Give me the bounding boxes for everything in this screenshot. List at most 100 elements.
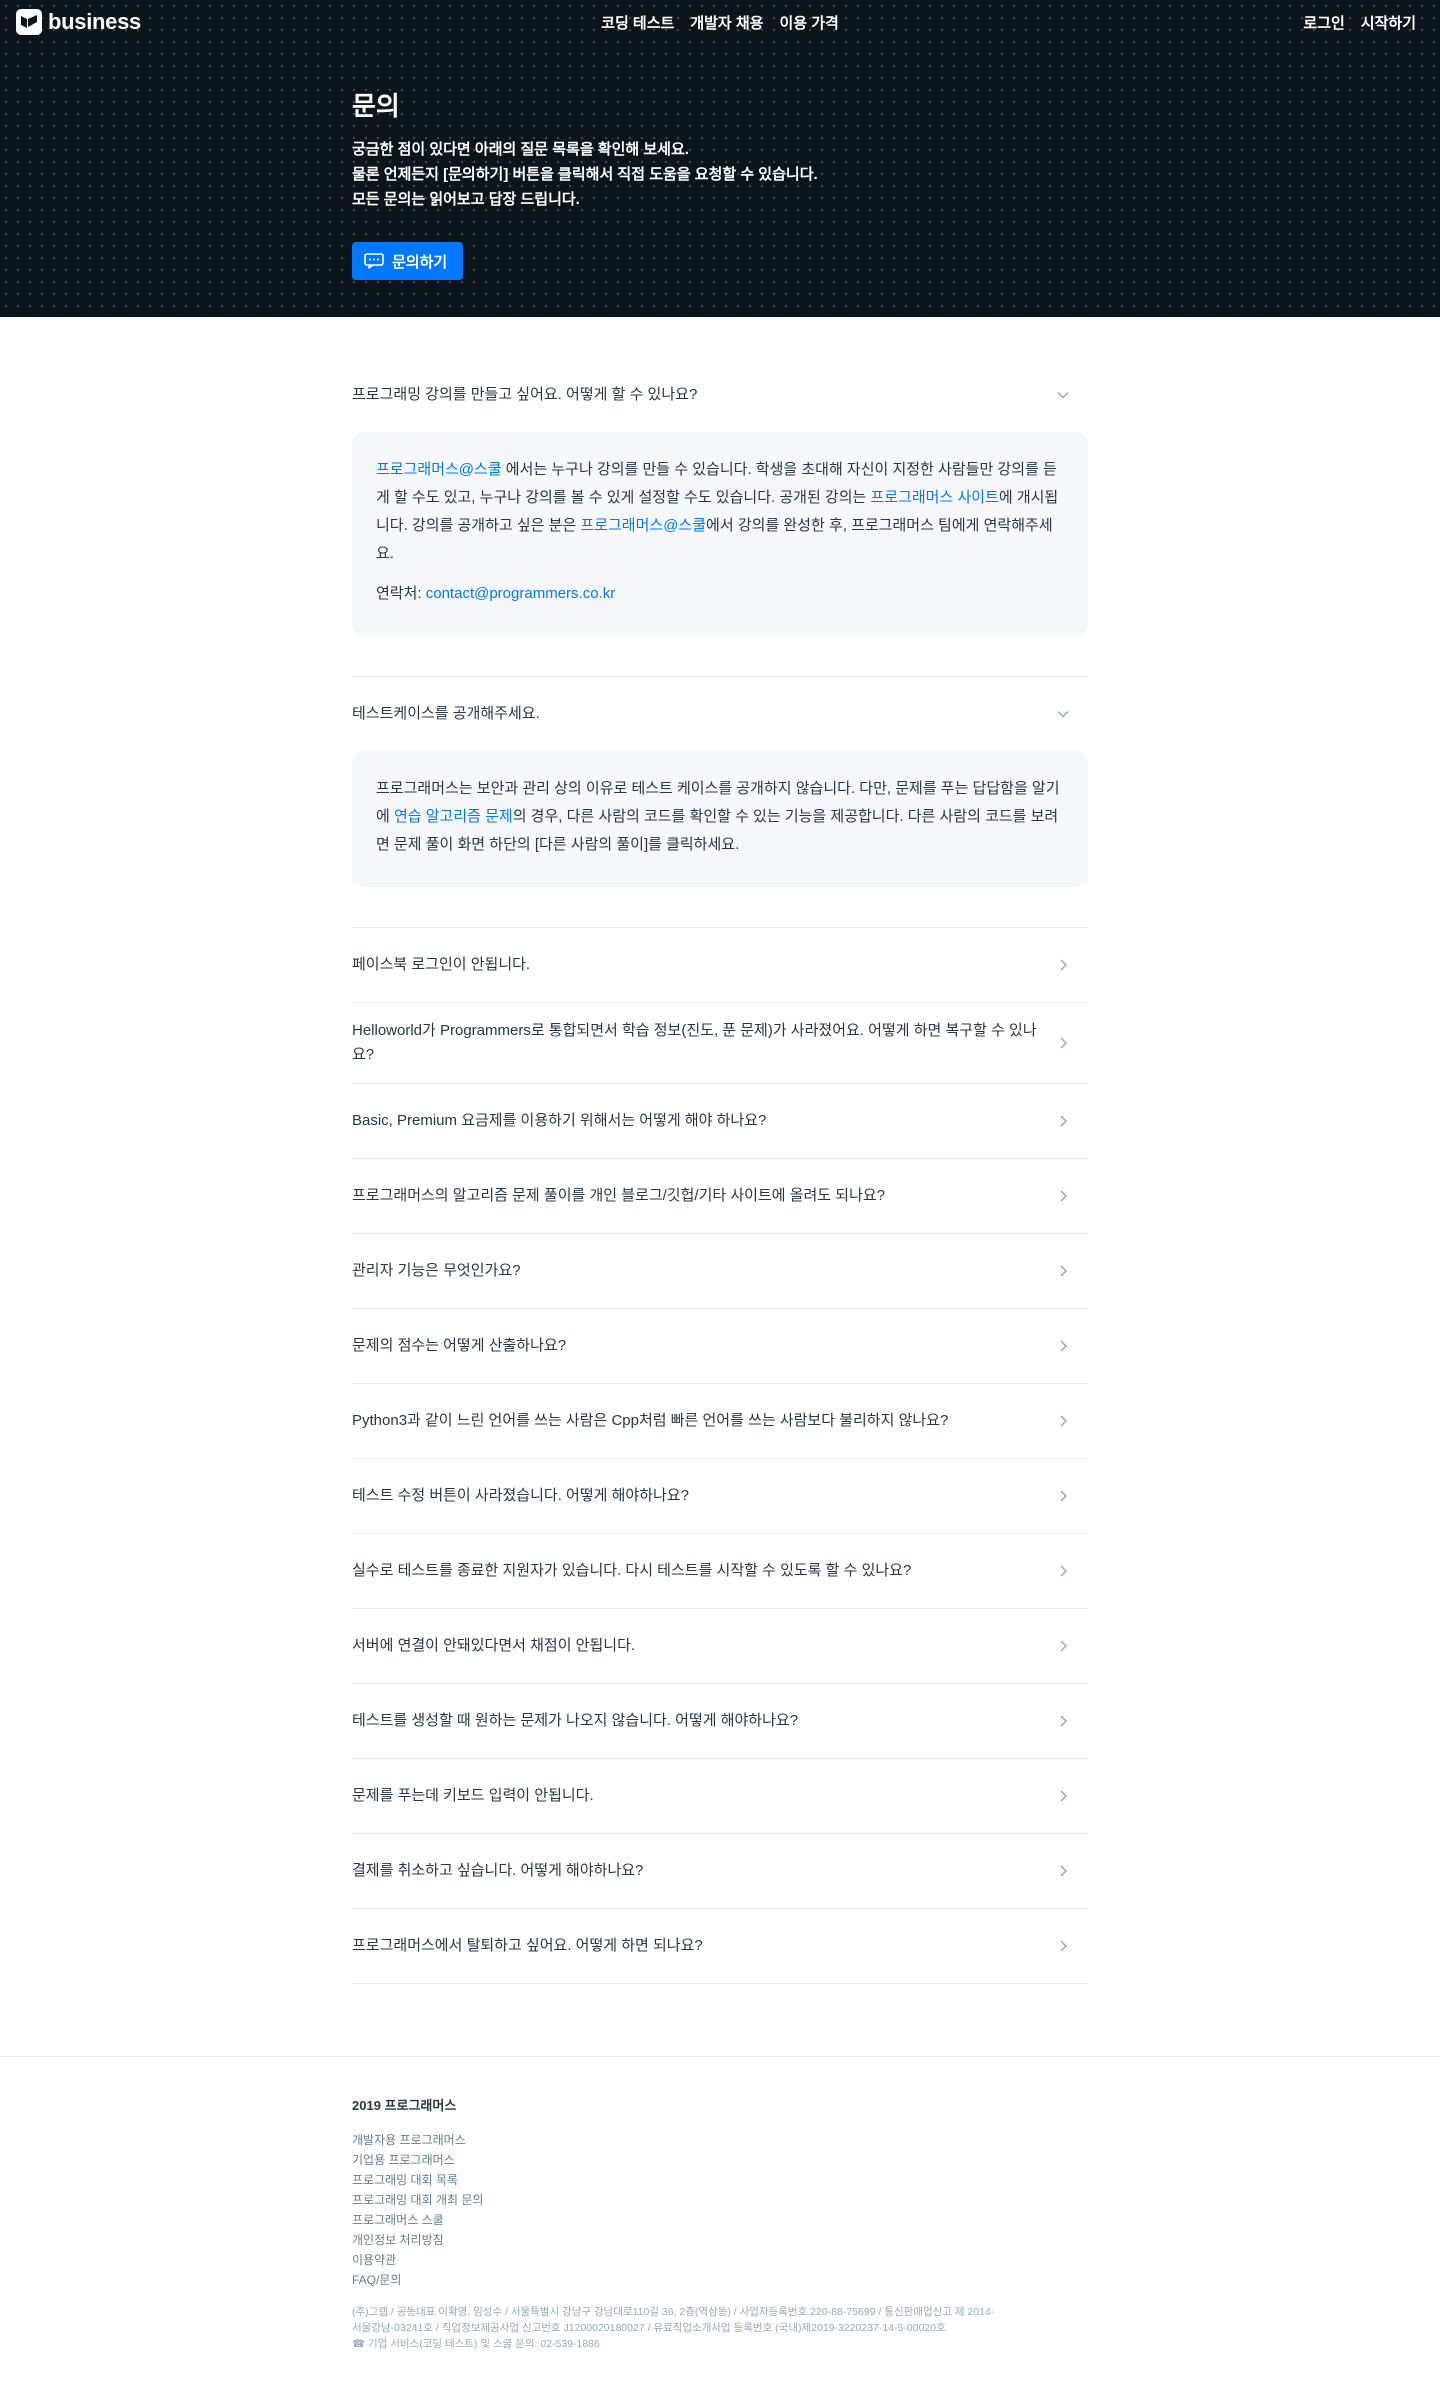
footer-link[interactable]: 프로그래밍 대회 개최 문의 [352, 2190, 1088, 2210]
faq-answer-text: 프로그래머스@스쿨 에서는 누구나 강의를 만들 수 있습니다. 학생을 초대해… [376, 456, 1064, 568]
footer-link[interactable]: 이용약관 [352, 2250, 1088, 2270]
faq-item: 관리자 기능은 무엇인가요? [352, 1234, 1088, 1309]
faq-item: Python3과 같이 느린 언어를 쓰는 사람은 Cpp처럼 빠른 언어를 쓰… [352, 1384, 1088, 1459]
faq-item: 실수로 테스트를 종료한 지원자가 있습니다. 다시 테스트를 시작할 수 있도… [352, 1534, 1088, 1609]
faq-question-toggle[interactable]: 실수로 테스트를 종료한 지원자가 있습니다. 다시 테스트를 시작할 수 있도… [352, 1534, 1088, 1608]
faq-question: Python3과 같이 느린 언어를 쓰는 사람은 Cpp처럼 빠른 언어를 쓰… [352, 1412, 949, 1429]
hero-description-line: 궁금한 점이 있다면 아래의 질문 목록을 확인해 보세요. [352, 141, 689, 158]
faq-item: Basic, Premium 요금제를 이용하기 위해서는 어떻게 해야 하나요… [352, 1084, 1088, 1159]
chevron-right-icon [1060, 1190, 1068, 1202]
footer-title: 2019 프로그래머스 [352, 2098, 457, 2113]
faq-question-toggle[interactable]: 서버에 연결이 안돼있다면서 채점이 안됩니다. [352, 1609, 1088, 1683]
school-link[interactable]: 프로그래머스@스쿨 [580, 517, 706, 534]
faq-question: 프로그래머스의 알고리즘 문제 풀이를 개인 블로그/깃헙/기타 사이트에 올려… [352, 1187, 886, 1204]
faq-item: 문제를 푸는데 키보드 입력이 안됩니다. [352, 1759, 1088, 1834]
faq-item-expanded: 테스트케이스를 공개해주세요. 프로그래머스는 보안과 관리 상의 이유로 테스… [352, 677, 1088, 928]
hero-description-line: 물론 언제든지 [문의하기] 버튼을 클릭해서 직접 도움을 요청할 수 있습니… [352, 166, 818, 183]
company-info-line: 서울강남-03241호 / 직업정보제공사업 신고번호 J12000201800… [352, 2322, 946, 2334]
faq-question: 프로그래밍 강의를 만들고 싶어요. 어떻게 할 수 있나요? [352, 386, 698, 403]
contact-label: 연락처: [376, 585, 426, 602]
faq-question-toggle[interactable]: 프로그래머스에서 탈퇴하고 싶어요. 어떻게 하면 되나요? [352, 1909, 1088, 1983]
faq-question-toggle[interactable]: 테스트 수정 버튼이 사라졌습니다. 어떻게 해야하나요? [352, 1459, 1088, 1533]
chevron-right-icon [1060, 1715, 1068, 1727]
programmers-logo-icon [16, 9, 42, 35]
footer-link[interactable]: 기업용 프로그래머스 [352, 2150, 1088, 2170]
faq-question: 실수로 테스트를 종료한 지원자가 있습니다. 다시 테스트를 시작할 수 있도… [352, 1562, 912, 1579]
faq-question-toggle[interactable]: Basic, Premium 요금제를 이용하기 위해서는 어떻게 해야 하나요… [352, 1084, 1088, 1158]
chevron-right-icon [1060, 1415, 1068, 1427]
faq-question: 문제의 점수는 어떻게 산출하나요? [352, 1337, 567, 1354]
chevron-right-icon [1060, 1115, 1068, 1127]
faq-question: 테스트케이스를 공개해주세요. [352, 705, 540, 722]
footer-link[interactable]: 프로그래밍 대회 목록 [352, 2170, 1088, 2190]
faq-question-toggle[interactable]: 문제의 점수는 어떻게 산출하나요? [352, 1309, 1088, 1383]
faq-question-toggle[interactable]: 테스트를 생성할 때 원하는 문제가 나오지 않습니다. 어떻게 해야하나요? [352, 1684, 1088, 1758]
chevron-right-icon [1060, 1037, 1068, 1049]
programmers-site-link[interactable]: 프로그래머스 사이트 [870, 489, 998, 506]
brand-name: business [48, 9, 141, 34]
main-nav: 코딩 테스트 개발자 채용 이용 가격 [601, 12, 839, 33]
brand-logo-link[interactable]: business [16, 9, 141, 35]
practice-algorithm-link[interactable]: 연습 알고리즘 문제 [394, 808, 513, 825]
footer-content: 2019 프로그래머스 개발자용 프로그래머스 기업용 프로그래머스 프로그래밍 대… [352, 2095, 1088, 2352]
chevron-right-icon [1060, 959, 1068, 971]
faq-item: 서버에 연결이 안돼있다면서 채점이 안됩니다. [352, 1609, 1088, 1684]
hero-section: 문의 궁금한 점이 있다면 아래의 질문 목록을 확인해 보세요. 물론 언제든… [0, 0, 1440, 317]
faq-item-expanded: 프로그래밍 강의를 만들고 싶어요. 어떻게 할 수 있나요? 프로그래머스@스… [352, 358, 1088, 677]
nav-coding-test[interactable]: 코딩 테스트 [601, 12, 674, 33]
faq-question-toggle[interactable]: 프로그래머스의 알고리즘 문제 풀이를 개인 블로그/깃헙/기타 사이트에 올려… [352, 1159, 1088, 1233]
faq-question: 서버에 연결이 안돼있다면서 채점이 안됩니다. [352, 1637, 636, 1654]
faq-question-toggle[interactable]: 프로그래밍 강의를 만들고 싶어요. 어떻게 할 수 있나요? [352, 358, 1088, 432]
faq-question: 테스트를 생성할 때 원하는 문제가 나오지 않습니다. 어떻게 해야하나요? [352, 1712, 799, 1729]
faq-question: 페이스북 로그인이 안됩니다. [352, 956, 531, 973]
chevron-right-icon [1060, 1340, 1068, 1352]
school-link[interactable]: 프로그래머스@스쿨 [376, 461, 502, 478]
faq-answer: 프로그래머스@스쿨 에서는 누구나 강의를 만들 수 있습니다. 학생을 초대해… [352, 432, 1088, 636]
faq-item: 페이스북 로그인이 안됩니다. [352, 928, 1088, 1003]
chevron-right-icon [1060, 1565, 1068, 1577]
inquiry-button[interactable]: 문의하기 [352, 242, 464, 280]
contact-email-link[interactable]: contact@programmers.co.kr [426, 585, 615, 602]
faq-question-toggle[interactable]: 관리자 기능은 무엇인가요? [352, 1234, 1088, 1308]
start-link[interactable]: 시작하기 [1361, 12, 1416, 33]
faq-question: 결제를 취소하고 싶습니다. 어떻게 해야하나요? [352, 1862, 644, 1879]
top-navigation: business 코딩 테스트 개발자 채용 이용 가격 로그인 시작하기 [0, 0, 1440, 44]
footer-link[interactable]: 개발자용 프로그래머스 [352, 2130, 1088, 2150]
company-info-line: ☎ 기업 서비스(코딩 테스트) 및 스쿨 문의: 02-539-1886 [352, 2338, 600, 2350]
footer-link[interactable]: 프로그래머스 스쿨 [352, 2210, 1088, 2230]
company-info: (주)그렙 / 공동대표 이확영, 임성수 / 서울특별시 강남구 강남대로11… [352, 2304, 1088, 2352]
faq-question-toggle[interactable]: 테스트케이스를 공개해주세요. [352, 677, 1088, 751]
faq-question-toggle[interactable]: Python3과 같이 느린 언어를 쓰는 사람은 Cpp처럼 빠른 언어를 쓰… [352, 1384, 1088, 1458]
faq-question: 관리자 기능은 무엇인가요? [352, 1262, 521, 1279]
faq-item: Helloworld가 Programmers로 통합되면서 학습 정보(진도,… [352, 1003, 1088, 1084]
hero-description-line: 모든 문의는 읽어보고 답장 드립니다. [352, 191, 580, 208]
faq-item: 테스트를 생성할 때 원하는 문제가 나오지 않습니다. 어떻게 해야하나요? [352, 1684, 1088, 1759]
chevron-right-icon [1060, 1640, 1068, 1652]
faq-question-toggle[interactable]: Helloworld가 Programmers로 통합되면서 학습 정보(진도,… [352, 1003, 1088, 1083]
auth-nav: 로그인 시작하기 [1303, 12, 1416, 33]
chat-bubble-icon [364, 253, 384, 269]
faq-list: 프로그래밍 강의를 만들고 싶어요. 어떻게 할 수 있나요? 프로그래머스@스… [352, 358, 1088, 1984]
footer-link[interactable]: 개인정보 처리방침 [352, 2230, 1088, 2250]
nav-developer-hiring[interactable]: 개발자 채용 [690, 12, 763, 33]
faq-question-toggle[interactable]: 문제를 푸는데 키보드 입력이 안됩니다. [352, 1759, 1088, 1833]
footer-links: 개발자용 프로그래머스 기업용 프로그래머스 프로그래밍 대회 목록 프로그래밍 대회… [352, 2130, 1088, 2290]
chevron-right-icon [1060, 1790, 1068, 1802]
chevron-down-icon [1057, 710, 1069, 718]
faq-question-toggle[interactable]: 페이스북 로그인이 안됩니다. [352, 928, 1088, 1002]
footer-link[interactable]: FAQ/문의 [352, 2270, 1088, 2290]
faq-item: 프로그래머스의 알고리즘 문제 풀이를 개인 블로그/깃헙/기타 사이트에 올려… [352, 1159, 1088, 1234]
faq-question-toggle[interactable]: 결제를 취소하고 싶습니다. 어떻게 해야하나요? [352, 1834, 1088, 1908]
faq-question: 테스트 수정 버튼이 사라졌습니다. 어떻게 해야하나요? [352, 1487, 689, 1504]
nav-pricing[interactable]: 이용 가격 [779, 12, 838, 33]
page-title: 문의 [352, 91, 400, 121]
chevron-right-icon [1060, 1940, 1068, 1952]
inquiry-button-label: 문의하기 [392, 253, 448, 271]
faq-item: 프로그래머스에서 탈퇴하고 싶어요. 어떻게 하면 되나요? [352, 1909, 1088, 1984]
faq-answer-text: 프로그래머스는 보안과 관리 상의 이유로 테스트 케이스를 공개하지 않습니다… [376, 775, 1064, 859]
chevron-down-icon [1057, 391, 1069, 399]
login-link[interactable]: 로그인 [1303, 12, 1344, 33]
faq-question: Basic, Premium 요금제를 이용하기 위해서는 어떻게 해야 하나요… [352, 1112, 767, 1129]
chevron-right-icon [1060, 1865, 1068, 1877]
faq-item: 테스트 수정 버튼이 사라졌습니다. 어떻게 해야하나요? [352, 1459, 1088, 1534]
